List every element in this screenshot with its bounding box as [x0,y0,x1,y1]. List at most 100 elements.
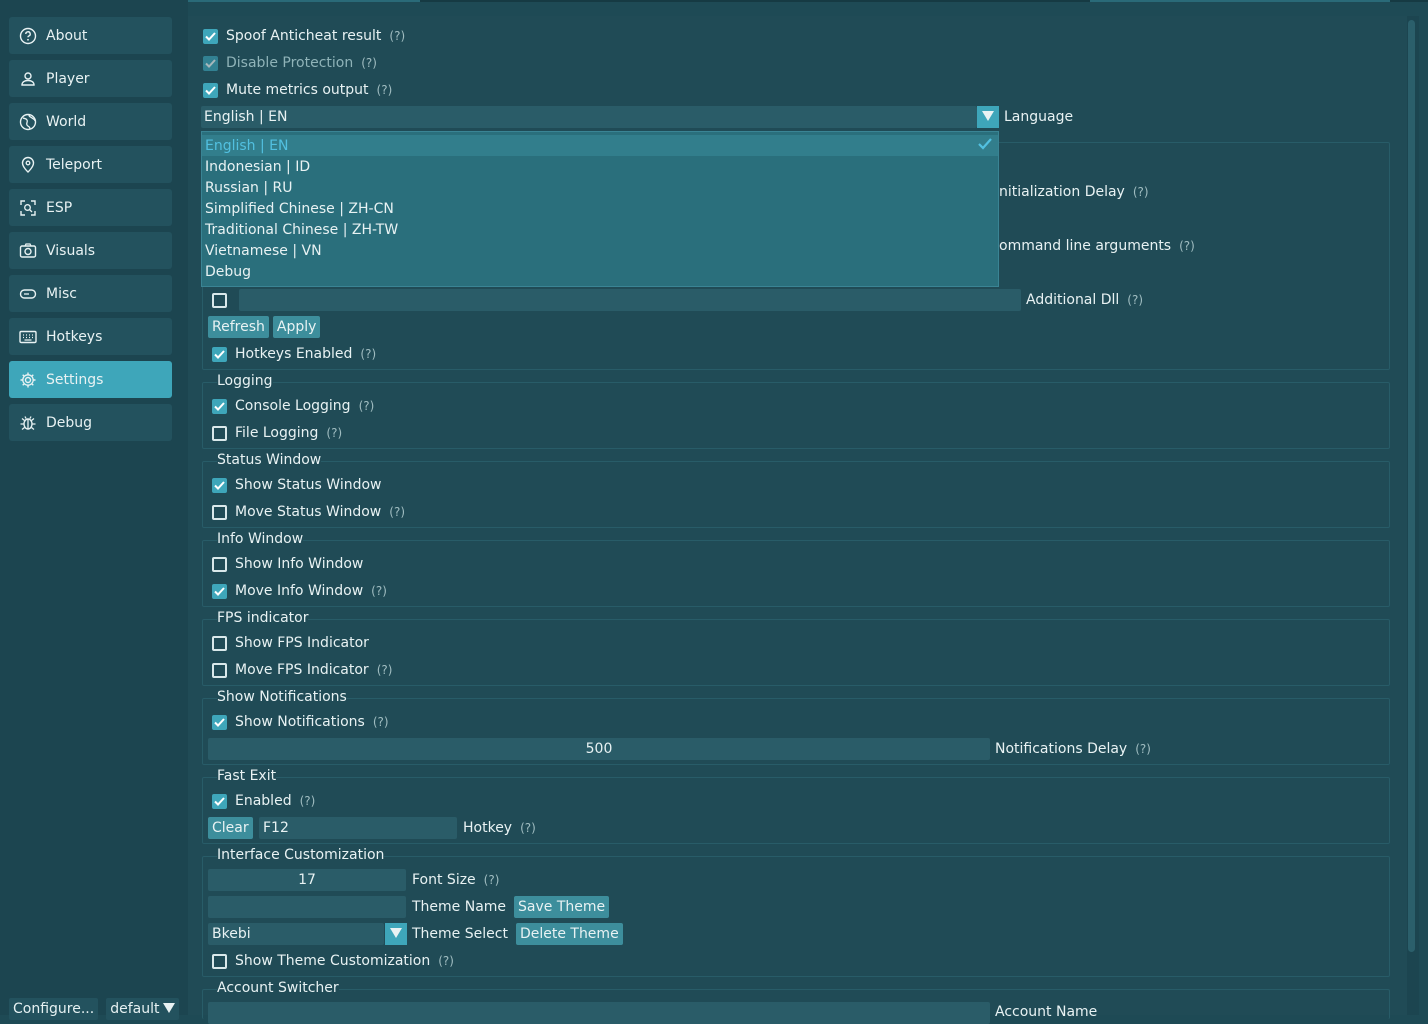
help-marker[interactable]: (?) [1179,239,1195,253]
sidebar-item-esp[interactable]: ESP [9,189,172,226]
file-logging-checkbox[interactable] [212,425,227,441]
help-marker[interactable]: (?) [373,715,389,729]
language-select[interactable]: English | EN [201,106,977,128]
help-marker[interactable]: (?) [484,873,500,887]
apply-button[interactable]: Apply [272,316,321,338]
language-option[interactable]: Indonesian | ID [202,156,998,177]
delete-theme-button[interactable]: Delete Theme [515,923,623,945]
language-option[interactable]: Debug [202,261,998,282]
move-info-window-row: Move Info Window (?) [212,581,387,601]
hotkeys-enabled-checkbox[interactable] [212,346,227,362]
sidebar-item-hotkeys[interactable]: Hotkeys [9,318,172,355]
language-dropdown-list: English | EN Indonesian | ID Russian | R… [201,131,999,287]
sidebar-item-settings[interactable]: Settings [9,361,172,398]
help-marker[interactable]: (?) [520,821,536,835]
spoof-anticheat-label: Spoof Anticheat result [226,28,382,44]
help-marker[interactable]: (?) [360,347,376,361]
show-fps-checkbox[interactable] [212,635,227,651]
sidebar-item-misc[interactable]: Misc [9,275,172,312]
hotkey-input[interactable]: F12 [259,817,457,839]
account-name-input[interactable] [208,1002,990,1024]
theme-select-label: Theme Select [412,926,508,942]
help-marker[interactable]: (?) [326,426,342,440]
mute-metrics-checkbox[interactable] [203,82,218,98]
help-marker[interactable]: (?) [389,29,405,43]
language-option[interactable]: Simplified Chinese | ZH-CN [202,198,998,219]
show-status-window-checkbox[interactable] [212,477,227,493]
console-logging-checkbox[interactable] [212,398,227,414]
language-select-value: English | EN [204,109,288,125]
show-notifications-checkbox[interactable] [212,714,227,730]
move-info-window-label: Move Info Window [235,583,364,599]
help-marker[interactable]: (?) [300,794,316,808]
language-option[interactable]: Vietnamese | VN [202,240,998,261]
sidebar-item-debug[interactable]: Debug [9,404,172,441]
font-size-value: 17 [298,872,316,888]
hotkey-label: Hotkey [463,820,513,836]
help-marker[interactable]: (?) [1135,742,1151,756]
sidebar-item-player[interactable]: Player [9,60,172,97]
move-fps-checkbox[interactable] [212,662,227,678]
checkmark-icon [978,138,992,154]
theme-select[interactable]: Bkebi [208,923,384,945]
additional-dll-checkbox-row [212,290,235,310]
language-option[interactable]: English | EN [202,135,998,156]
sidebar-item-teleport[interactable]: Teleport [9,146,172,183]
fast-exit-enabled-checkbox[interactable] [212,793,227,809]
clear-hotkey-button[interactable]: Clear [208,817,253,839]
help-marker[interactable]: (?) [359,399,375,413]
show-theme-customization-checkbox[interactable] [212,953,227,969]
profile-select[interactable]: default [106,998,180,1020]
sidebar-item-world[interactable]: World [9,103,172,140]
spoof-anticheat-checkbox[interactable] [203,28,218,44]
keyboard-icon [19,328,37,346]
account-name-label-row: Account Name [995,1002,1097,1022]
additional-dll-input[interactable] [239,289,1021,311]
show-status-window-label: Show Status Window [235,477,382,493]
show-fps-row: Show FPS Indicator [212,633,369,653]
show-info-window-row: Show Info Window [212,554,363,574]
font-size-label: Font Size [412,872,476,888]
logging-title: Logging [217,373,273,389]
move-status-window-checkbox[interactable] [212,504,227,520]
move-info-window-checkbox[interactable] [212,583,227,599]
help-marker[interactable]: (?) [377,663,393,677]
additional-dll-checkbox[interactable] [212,292,227,308]
help-marker[interactable]: (?) [1133,185,1149,199]
configure-button[interactable]: Configure... [9,998,99,1020]
init-delay-label: nitialization Delay [999,184,1125,200]
scrollbar-thumb[interactable] [1408,20,1415,952]
sidebar-item-about[interactable]: About [9,17,172,54]
show-theme-customization-row: Show Theme Customization (?) [212,951,454,971]
language-option[interactable]: Russian | RU [202,177,998,198]
theme-dropdown-button[interactable] [385,923,407,945]
help-marker[interactable]: (?) [1127,293,1143,307]
show-info-window-checkbox[interactable] [212,556,227,572]
language-option[interactable]: Traditional Chinese | ZH-TW [202,219,998,240]
sidebar-item-visuals[interactable]: Visuals [9,232,172,269]
save-theme-button[interactable]: Save Theme [514,896,610,918]
disable-protection-checkbox[interactable] [203,55,218,71]
help-marker[interactable]: (?) [361,56,377,70]
info-window-title: Info Window [217,531,304,547]
language-option-label: Indonesian | ID [205,158,311,175]
help-marker[interactable]: (?) [438,954,454,968]
move-status-window-label: Move Status Window [235,504,382,520]
language-option-label: Vietnamese | VN [205,242,322,259]
move-fps-row: Move FPS Indicator (?) [212,660,392,680]
theme-select-value: Bkebi [212,926,251,942]
help-marker[interactable]: (?) [371,584,387,598]
show-notifications-label: Show Notifications [235,714,365,730]
top-border [0,0,1428,2]
triangle-down-icon [982,109,994,125]
theme-name-input[interactable] [208,896,406,918]
help-marker[interactable]: (?) [389,505,405,519]
notifications-delay-label-row: Notifications Delay (?) [995,739,1151,759]
refresh-button[interactable]: Refresh [208,316,269,338]
theme-name-row: Theme Name Save Theme [412,896,610,918]
language-dropdown-button[interactable] [977,106,999,128]
help-marker[interactable]: (?) [377,83,393,97]
sidebar-item-label: Teleport [46,156,102,173]
font-size-slider[interactable]: 17 [208,869,406,891]
notifications-delay-slider[interactable]: 500 [208,738,990,760]
